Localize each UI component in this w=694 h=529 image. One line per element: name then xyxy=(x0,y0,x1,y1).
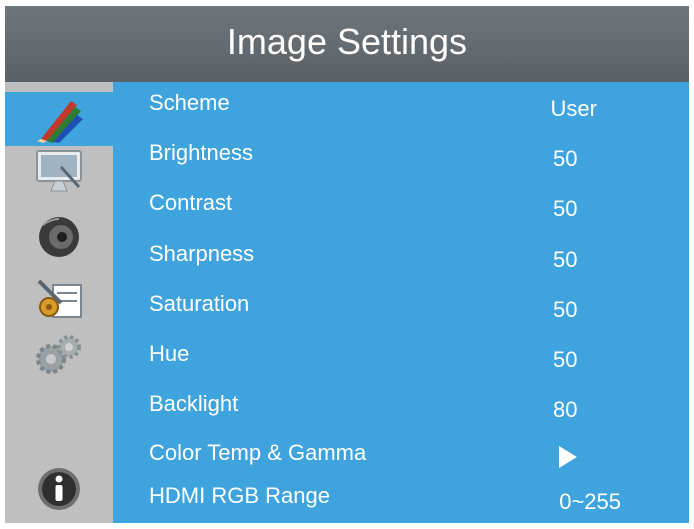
menu-item-label: Scheme xyxy=(149,90,230,115)
menu-item-scheme[interactable]: Scheme User xyxy=(113,84,689,134)
menu-item-label: Saturation xyxy=(149,291,250,316)
menu-item-label: Brightness xyxy=(149,140,253,165)
menu-item-hdmi-rgb-range[interactable]: HDMI RGB Range 0~255 xyxy=(113,477,689,527)
menu-item-saturation[interactable]: Saturation 50 xyxy=(113,285,689,335)
menu-item-brightness[interactable]: Brightness 50 xyxy=(113,134,689,184)
menu-item-label: Backlight xyxy=(149,391,239,416)
menu-item-value: 50 xyxy=(553,196,578,221)
sidebar-item-advanced[interactable] xyxy=(5,328,113,382)
info-icon xyxy=(38,468,80,510)
menu-item-value: 0~255 xyxy=(559,489,621,514)
menu-item-hue[interactable]: Hue 50 xyxy=(113,335,689,385)
monitor-icon xyxy=(36,150,82,192)
color-pencils-icon xyxy=(37,101,83,143)
sidebar-item-setup[interactable] xyxy=(5,272,113,326)
tools-icon xyxy=(37,279,82,318)
page-title: Image Settings xyxy=(5,6,689,82)
menu-item-label: Hue xyxy=(149,341,190,366)
gears-icon xyxy=(36,335,81,374)
menu-item-contrast[interactable]: Contrast 50 xyxy=(113,184,689,234)
menu-item-value: 50 xyxy=(553,297,578,322)
menu-item-value: 80 xyxy=(553,397,578,422)
sidebar-item-image[interactable] xyxy=(5,92,113,146)
speaker-icon xyxy=(39,217,79,257)
menu-item-value: User xyxy=(550,96,597,121)
sidebar-item-display[interactable] xyxy=(5,144,113,198)
menu-item-value: 50 xyxy=(553,347,578,372)
sidebar-item-info[interactable] xyxy=(5,462,113,516)
menu-item-label: Sharpness xyxy=(149,241,255,266)
menu-item-backlight[interactable]: Backlight 80 xyxy=(113,385,689,435)
menu-item-value: 50 xyxy=(553,146,578,171)
menu-item-sharpness[interactable]: Sharpness 50 xyxy=(113,235,689,285)
menu-item-value: 50 xyxy=(553,247,578,272)
menu-item-label: Contrast xyxy=(149,190,233,215)
menu-item-label: HDMI RGB Range xyxy=(149,483,330,508)
settings-panel: Scheme User Brightness 50 Contrast 50 Sh… xyxy=(113,82,689,523)
sidebar-item-audio[interactable] xyxy=(5,210,113,264)
menu-item-label: Color Temp & Gamma xyxy=(149,440,367,465)
submenu-arrow-icon[interactable] xyxy=(559,446,577,468)
sidebar xyxy=(5,82,113,523)
osd-menu: Image Settings Scheme User Brightness 50… xyxy=(5,6,689,523)
